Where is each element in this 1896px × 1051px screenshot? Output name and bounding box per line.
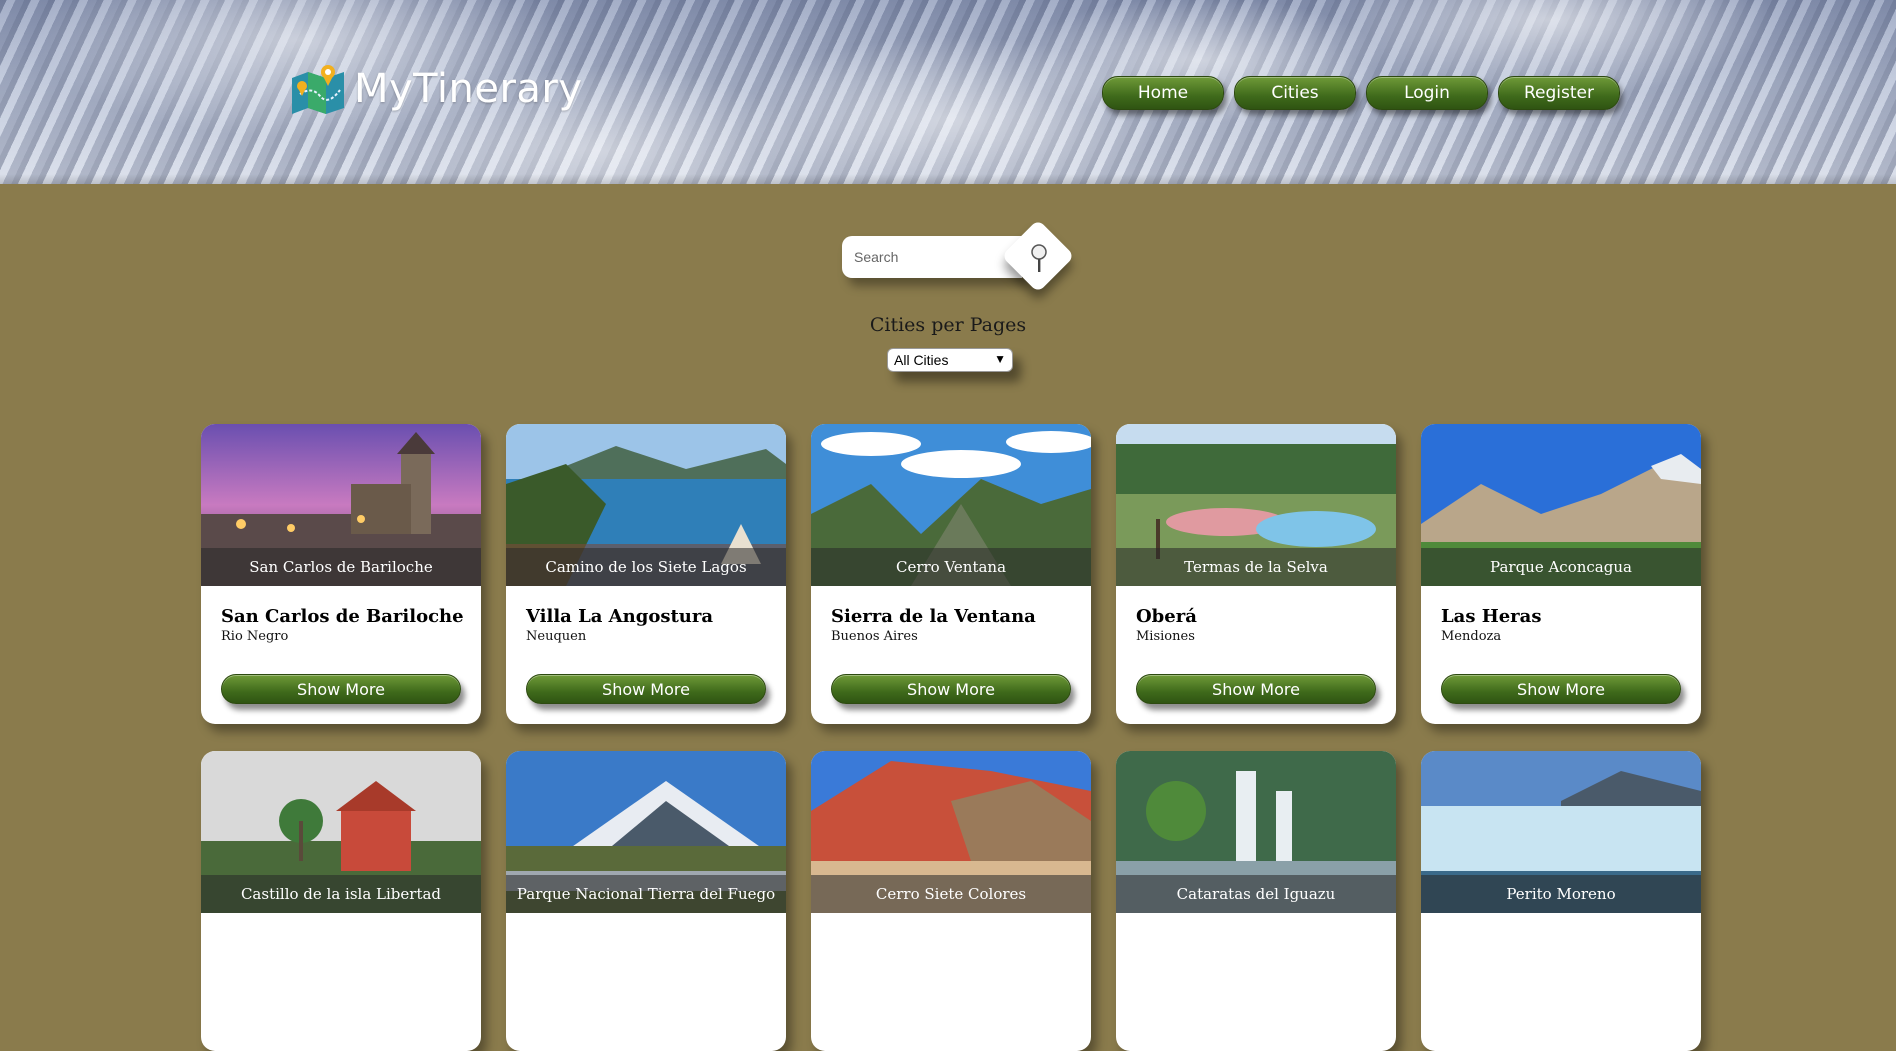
city-card: Camino de los Siete Lagos Villa La Angos…: [506, 424, 786, 724]
search-bar: Search: [842, 219, 1075, 293]
image-caption: Parque Aconcagua: [1421, 548, 1701, 586]
city-province: Neuquen: [526, 629, 587, 644]
city-name: San Carlos de Bariloche: [221, 606, 464, 627]
image-caption: Parque Nacional Tierra del Fuego: [506, 875, 786, 913]
city-province: Misiones: [1136, 629, 1195, 644]
city-card: Cerro Ventana Sierra de la Ventana Bueno…: [811, 424, 1091, 724]
cities-per-page-select[interactable]: All Cities ▼: [887, 348, 1013, 372]
city-card: Castillo de la isla Libertad: [201, 751, 481, 1051]
select-value: All Cities: [894, 352, 949, 368]
header-banner: MyTinerary Home Cities Login Register: [0, 0, 1896, 184]
city-province: Buenos Aires: [831, 629, 918, 644]
nav-cities-button[interactable]: Cities: [1234, 76, 1356, 110]
image-caption: Cerro Siete Colores: [811, 875, 1091, 913]
chevron-down-icon: ▼: [994, 352, 1006, 366]
brand-name: MyTinerary: [354, 66, 583, 112]
nav-login-button[interactable]: Login: [1366, 76, 1488, 110]
image-caption: Perito Moreno: [1421, 875, 1701, 913]
cities-per-page-label: Cities per Pages: [869, 314, 1027, 336]
city-card: Cataratas del Iguazu: [1116, 751, 1396, 1051]
show-more-button[interactable]: Show More: [831, 674, 1071, 704]
city-card: Cerro Siete Colores: [811, 751, 1091, 1051]
city-name: Oberá: [1136, 606, 1197, 627]
city-card: San Carlos de Bariloche San Carlos de Ba…: [201, 424, 481, 724]
city-name: Las Heras: [1441, 606, 1542, 627]
city-card: Parque Aconcagua Las Heras Mendoza Show …: [1421, 424, 1701, 724]
show-more-button[interactable]: Show More: [1136, 674, 1376, 704]
image-caption: Termas de la Selva: [1116, 548, 1396, 586]
nav-home-button[interactable]: Home: [1102, 76, 1224, 110]
brand-logo[interactable]: MyTinerary: [290, 64, 583, 114]
main-nav: Home Cities Login Register: [1102, 76, 1620, 110]
magnifier-icon: [1031, 244, 1047, 272]
city-province: Mendoza: [1441, 629, 1502, 644]
city-card: Perito Moreno: [1421, 751, 1701, 1051]
show-more-button[interactable]: Show More: [526, 674, 766, 704]
show-more-button[interactable]: Show More: [221, 674, 461, 704]
image-caption: Camino de los Siete Lagos: [506, 548, 786, 586]
city-name: Villa La Angostura: [526, 606, 714, 627]
image-caption: San Carlos de Bariloche: [201, 548, 481, 586]
city-name: Sierra de la Ventana: [831, 606, 1036, 627]
city-province: Rio Negro: [221, 629, 289, 644]
map-pin-icon: [292, 65, 344, 114]
city-card: Termas de la Selva Oberá Misiones Show M…: [1116, 424, 1396, 724]
nav-register-button[interactable]: Register: [1498, 76, 1620, 110]
show-more-button[interactable]: Show More: [1441, 674, 1681, 704]
search-input[interactable]: Search: [842, 236, 1022, 278]
city-card: Parque Nacional Tierra del Fuego: [506, 751, 786, 1051]
image-caption: Cerro Ventana: [811, 548, 1091, 586]
image-caption: Castillo de la isla Libertad: [201, 875, 481, 913]
image-caption: Cataratas del Iguazu: [1116, 875, 1396, 913]
